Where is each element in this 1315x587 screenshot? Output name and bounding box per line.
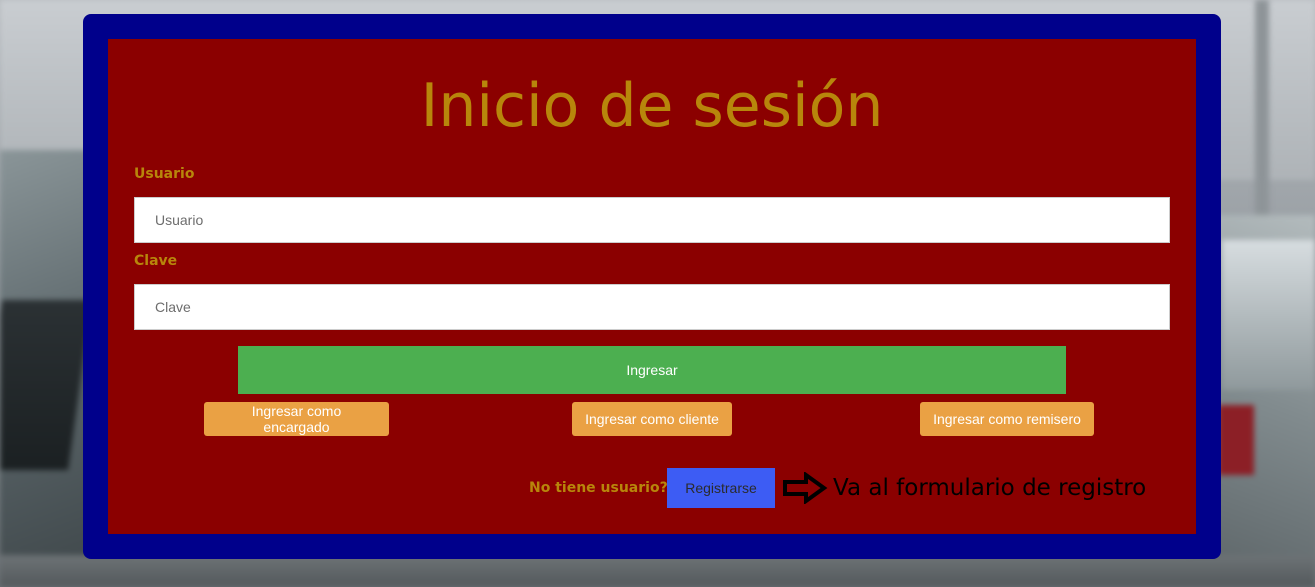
password-input[interactable]	[134, 284, 1170, 330]
register-button[interactable]: Registrarse	[667, 468, 775, 508]
background-street	[0, 555, 1315, 587]
register-hint-text: Va al formulario de registro	[833, 475, 1147, 501]
username-input[interactable]	[134, 197, 1170, 243]
username-label: Usuario	[134, 166, 195, 182]
background-pole	[1255, 0, 1269, 240]
page-title: Inicio de sesión	[420, 71, 884, 141]
login-as-client-button[interactable]: Ingresar como cliente	[572, 402, 732, 436]
login-as-driver-button[interactable]: Ingresar como remisero	[920, 402, 1094, 436]
login-as-manager-button[interactable]: Ingresar como encargado	[204, 402, 389, 436]
background-taillight	[1218, 405, 1254, 475]
login-button[interactable]: Ingresar	[238, 346, 1066, 394]
login-panel-frame: Inicio de sesión Usuario Clave Ingresar …	[83, 14, 1221, 559]
no-account-text: No tiene usuario?	[529, 480, 668, 496]
password-label: Clave	[134, 253, 178, 269]
background-car-right-window	[1222, 240, 1315, 390]
right-arrow-icon	[783, 472, 828, 504]
login-form: Inicio de sesión Usuario Clave Ingresar …	[108, 39, 1196, 534]
